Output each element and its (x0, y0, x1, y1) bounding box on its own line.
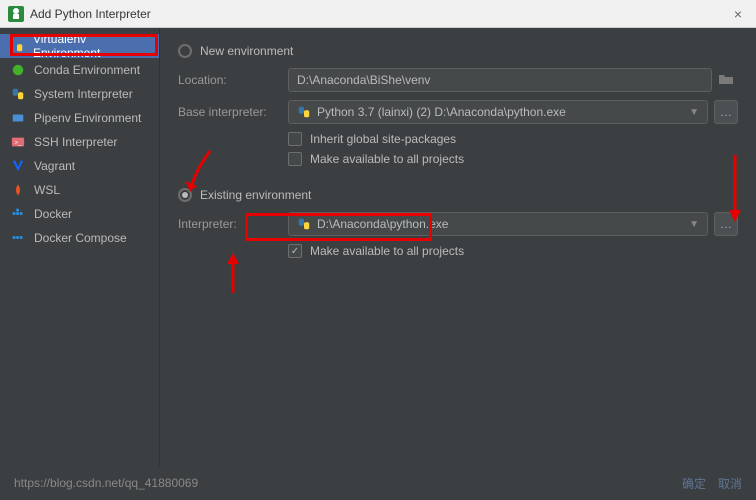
row-make-available-2[interactable]: Make available to all projects (288, 244, 738, 258)
main: Virtualenv Environment Conda Environment… (0, 28, 756, 466)
location-input[interactable]: D:\Anaconda\BiShe\venv (288, 68, 712, 92)
chevron-down-icon: ▼ (689, 219, 699, 230)
radio-label: New environment (200, 44, 293, 58)
base-interpreter-value: Python 3.7 (lainxi) (2) D:\Anaconda\pyth… (317, 105, 566, 119)
radio-new-environment[interactable]: New environment (178, 44, 738, 58)
sidebar-item-label: Virtualenv Environment (33, 32, 149, 60)
checkbox-inherit[interactable] (288, 132, 302, 146)
docker-icon (10, 206, 26, 222)
row-location: Location: D:\Anaconda\BiShe\venv (178, 68, 738, 92)
close-icon[interactable]: × (728, 6, 748, 22)
checkbox-make-available-1[interactable] (288, 152, 302, 166)
pipenv-icon (10, 110, 26, 126)
row-base-interpreter: Base interpreter: Python 3.7 (lainxi) (2… (178, 100, 738, 124)
radio-icon (178, 188, 192, 202)
sidebar-item-label: System Interpreter (34, 87, 133, 101)
python-icon (297, 217, 311, 231)
python-icon (10, 86, 26, 102)
svg-text:>_: >_ (15, 140, 23, 147)
sidebar-item-docker-compose[interactable]: Docker Compose (0, 226, 159, 250)
titlebar: Add Python Interpreter × (0, 0, 756, 28)
row-inherit[interactable]: Inherit global site-packages (288, 132, 738, 146)
cancel-button[interactable]: 取消 (718, 475, 742, 492)
interpreter-value: D:\Anaconda\python.exe (317, 217, 448, 231)
sidebar-item-label: Pipenv Environment (34, 111, 141, 125)
docker-compose-icon (10, 230, 26, 246)
window-title: Add Python Interpreter (30, 7, 728, 21)
sidebar-item-vagrant[interactable]: Vagrant (0, 154, 159, 178)
base-interpreter-label: Base interpreter: (178, 105, 288, 119)
folder-icon[interactable] (718, 71, 738, 90)
sidebar-item-label: Docker Compose (34, 231, 127, 245)
row-make-available-1[interactable]: Make available to all projects (288, 152, 738, 166)
sidebar-item-system[interactable]: System Interpreter (0, 82, 159, 106)
sidebar-item-pipenv[interactable]: Pipenv Environment (0, 106, 159, 130)
base-interpreter-select[interactable]: Python 3.7 (lainxi) (2) D:\Anaconda\pyth… (288, 100, 708, 124)
ssh-icon: >_ (10, 134, 26, 150)
radio-icon (178, 44, 192, 58)
browse-button-2[interactable]: … (714, 212, 738, 236)
footer: https://blog.csdn.net/qq_41880069 确定 取消 (0, 466, 756, 500)
sidebar-item-conda[interactable]: Conda Environment (0, 58, 159, 82)
sidebar-item-label: WSL (34, 183, 60, 197)
row-interpreter: Interpreter: D:\Anaconda\python.exe ▼ … (178, 212, 738, 236)
interpreter-label: Interpreter: (178, 217, 288, 231)
watermark-url: https://blog.csdn.net/qq_41880069 (14, 476, 670, 490)
make-available-label-2: Make available to all projects (310, 244, 464, 258)
make-available-label: Make available to all projects (310, 152, 464, 166)
wsl-icon (10, 182, 26, 198)
radio-label: Existing environment (200, 188, 311, 202)
location-value: D:\Anaconda\BiShe\venv (297, 73, 430, 87)
sidebar-item-label: Docker (34, 207, 72, 221)
location-label: Location: (178, 73, 288, 87)
sidebar-item-label: Vagrant (34, 159, 75, 173)
app-icon (8, 6, 24, 22)
python-icon (297, 105, 311, 119)
browse-button[interactable]: … (714, 100, 738, 124)
sidebar-item-label: SSH Interpreter (34, 135, 117, 149)
sidebar-item-wsl[interactable]: WSL (0, 178, 159, 202)
python-icon (10, 38, 25, 54)
vagrant-icon (10, 158, 26, 174)
checkbox-make-available-2[interactable] (288, 244, 302, 258)
sidebar-item-label: Conda Environment (34, 63, 140, 77)
radio-existing-environment[interactable]: Existing environment (178, 188, 738, 202)
interpreter-select[interactable]: D:\Anaconda\python.exe ▼ (288, 212, 708, 236)
sidebar-item-virtualenv[interactable]: Virtualenv Environment (0, 34, 159, 58)
sidebar-item-docker[interactable]: Docker (0, 202, 159, 226)
inherit-label: Inherit global site-packages (310, 132, 456, 146)
chevron-down-icon: ▼ (689, 107, 699, 118)
content: New environment Location: D:\Anaconda\Bi… (160, 28, 756, 466)
ok-button[interactable]: 确定 (682, 475, 706, 492)
conda-icon (10, 62, 26, 78)
sidebar: Virtualenv Environment Conda Environment… (0, 28, 160, 466)
sidebar-item-ssh[interactable]: >_ SSH Interpreter (0, 130, 159, 154)
